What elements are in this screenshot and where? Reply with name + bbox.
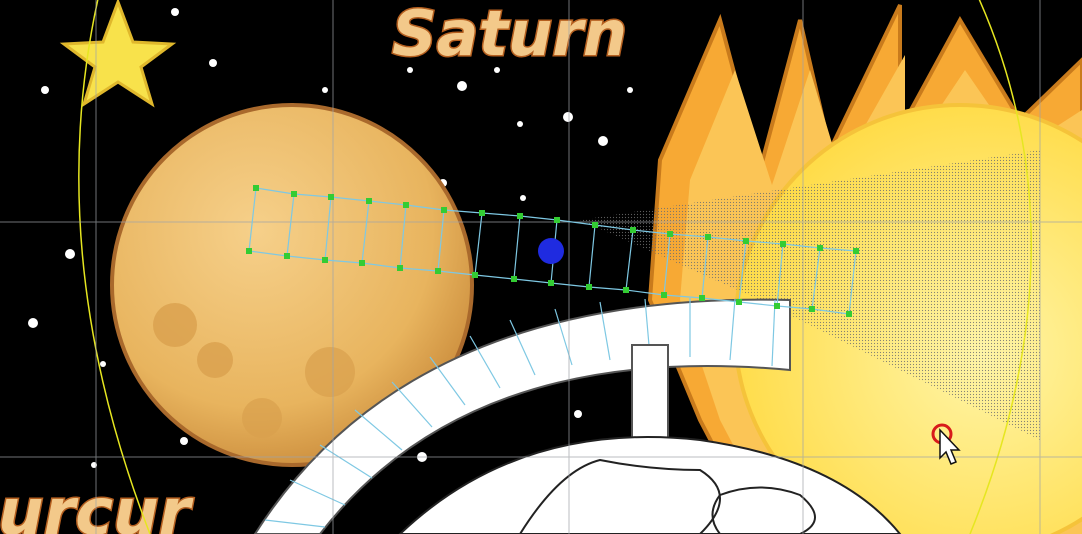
editor-canvas[interactable]: Saturn urcur	[0, 0, 1082, 534]
star-shape	[59, 0, 177, 108]
saturn-title: Saturn	[392, 0, 627, 70]
pivot-point-icon[interactable]	[538, 238, 564, 264]
mercury-title-partial: urcur	[0, 476, 194, 534]
